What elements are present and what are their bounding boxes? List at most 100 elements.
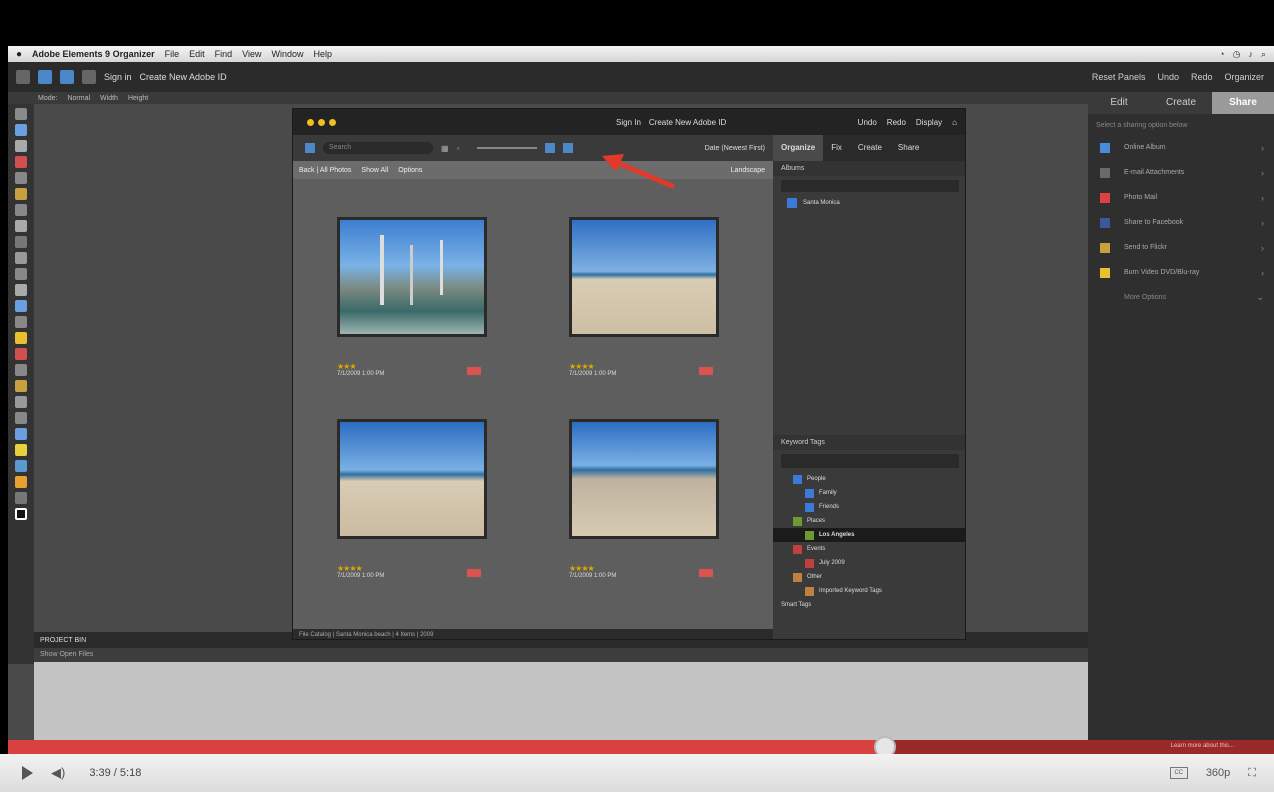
video-progress-bar[interactable]: Learn more about this... [8,736,1274,758]
crop-tool-icon[interactable] [15,252,27,264]
hand-tool-icon[interactable] [15,140,27,152]
photo-cell[interactable]: ★★★★ 7/1/2009 1:00 PM [569,217,719,377]
photo-thumbnail[interactable] [337,419,487,539]
create-account-link[interactable]: Create New Adobe ID [140,72,227,82]
paint-bucket-tool-icon[interactable] [15,396,27,408]
back-all-photos-button[interactable]: Back | All Photos [299,167,351,174]
photo-thumbnail[interactable] [337,217,487,337]
sponge-tool-icon[interactable] [15,460,27,472]
menu-help[interactable]: Help [314,49,333,59]
organizer-display-button[interactable]: Display [916,118,942,127]
menu-find[interactable]: Find [215,49,233,59]
quality-selector[interactable]: 360p [1206,767,1230,779]
thumbnail-size-slider[interactable] [477,147,538,149]
keyword-july-2009[interactable]: July 2009 [773,556,965,570]
keyword-los-angeles[interactable]: Los Angeles [773,528,965,542]
share-item-online-album[interactable]: Online Album › [1088,135,1274,160]
photo-cell[interactable]: ★★★ 7/1/2009 1:00 PM [337,217,487,377]
undo-button[interactable]: Undo [1157,72,1179,82]
album-item[interactable]: Santa Monica [787,198,953,208]
brush-tool-icon[interactable] [15,364,27,376]
play-icon[interactable] [22,766,33,780]
straighten-tool-icon[interactable] [15,476,27,488]
keyword-places[interactable]: Places [773,514,965,528]
organizer-button[interactable]: Organizer [1224,72,1264,82]
tab-create[interactable]: Create [850,135,890,161]
apple-icon[interactable]: ● [16,49,22,60]
minimize-icon[interactable] [318,118,325,126]
tab-create[interactable]: Create [1150,92,1212,114]
keyword-people[interactable]: People [773,472,965,486]
workspace-icon[interactable] [82,70,96,84]
magic-wand-tool-icon[interactable] [15,204,27,216]
color-swatch-icon[interactable] [15,508,27,520]
option-height[interactable]: Height [128,95,148,102]
reset-panels-button[interactable]: Reset Panels [1092,72,1146,82]
tab-organize[interactable]: Organize [773,135,824,161]
shape-tool-icon[interactable] [15,428,27,440]
redo-button[interactable]: Redo [1191,72,1213,82]
albums-toolbar[interactable] [781,180,959,192]
sign-in-link[interactable]: Sign in [104,72,132,82]
type-tool-icon[interactable] [15,236,27,248]
home-icon[interactable]: ⌂ [952,118,957,127]
captions-icon[interactable]: CC [1169,767,1188,779]
rating-stars[interactable]: ★★★★ [337,565,384,573]
tab-edit[interactable]: Edit [1088,92,1150,114]
share-item-photo-mail[interactable]: Photo Mail › [1088,185,1274,210]
keyword-family[interactable]: Family [773,486,965,500]
keyword-smart-tags[interactable]: Smart Tags [773,598,965,612]
zoom-tool-icon[interactable] [15,124,27,136]
menu-window[interactable]: Window [272,49,304,59]
tab-share[interactable]: Share [1212,92,1274,114]
keyword-tags-title[interactable]: Keyword Tags [773,435,965,450]
option-mode[interactable]: Mode: [38,95,57,102]
eraser-tool-icon[interactable] [15,348,27,360]
search-icon[interactable]: ⌕ [1261,49,1266,60]
tab-share[interactable]: Share [890,135,927,161]
organizer-create-account-link[interactable]: Create New Adobe ID [649,118,726,127]
sort-order-select[interactable]: Date (Newest First) [705,145,773,152]
option-normal[interactable]: Normal [67,95,90,102]
zoom-icon[interactable] [329,118,336,126]
open-icon[interactable] [60,70,74,84]
keyword-imported[interactable]: Imported Keyword Tags [773,584,965,598]
home-icon[interactable] [16,70,30,84]
marquee-tool-icon[interactable] [15,172,27,184]
cookie-cutter-tool-icon[interactable] [15,268,27,280]
show-all-button[interactable]: Show All [361,167,388,174]
search-input[interactable]: Search [323,142,433,154]
eyedropper-tool-icon[interactable] [15,156,27,168]
clock-icon[interactable]: ◷ [1233,49,1241,60]
photo-thumbnail[interactable] [569,217,719,337]
volume-icon[interactable]: ◀) [51,765,65,781]
keyword-other[interactable]: Other [773,570,965,584]
menu-edit[interactable]: Edit [189,49,205,59]
options-menu[interactable]: Options [398,167,422,174]
recompose-tool-icon[interactable] [15,492,27,504]
search-icon[interactable] [305,143,315,153]
option-width[interactable]: Width [100,95,118,102]
organizer-sign-in-link[interactable]: Sign In [616,118,641,127]
lasso-tool-icon[interactable] [15,188,27,200]
organizer-undo-button[interactable]: Undo [858,118,877,127]
albums-section-title[interactable]: Albums [773,161,965,176]
move-tool-icon[interactable] [15,108,27,120]
new-icon[interactable] [38,70,52,84]
volume-icon[interactable]: ♪ [1248,49,1253,60]
close-icon[interactable] [307,118,314,126]
photo-cell[interactable]: ★★★★ 7/1/2009 1:00 PM [337,419,487,579]
project-bin-area[interactable] [34,662,1088,740]
thumbnail-large-icon[interactable] [545,143,556,153]
selection-brush-tool-icon[interactable] [15,220,27,232]
share-item-more-options[interactable]: More Options ⌄ [1088,285,1274,310]
share-item-burn-dvd[interactable]: Burn Video DVD/Blu-ray › [1088,260,1274,285]
thumbnail-small-icon[interactable]: ▫ [457,144,460,153]
share-item-facebook[interactable]: Share to Facebook › [1088,210,1274,235]
photo-thumbnail[interactable] [569,419,719,539]
annotation-notice[interactable]: Learn more about this... [1171,743,1234,749]
keyword-tags-toolbar[interactable] [781,454,959,468]
healing-brush-tool-icon[interactable] [15,300,27,312]
blur-tool-icon[interactable] [15,444,27,456]
rating-stars[interactable]: ★★★ [337,363,384,371]
